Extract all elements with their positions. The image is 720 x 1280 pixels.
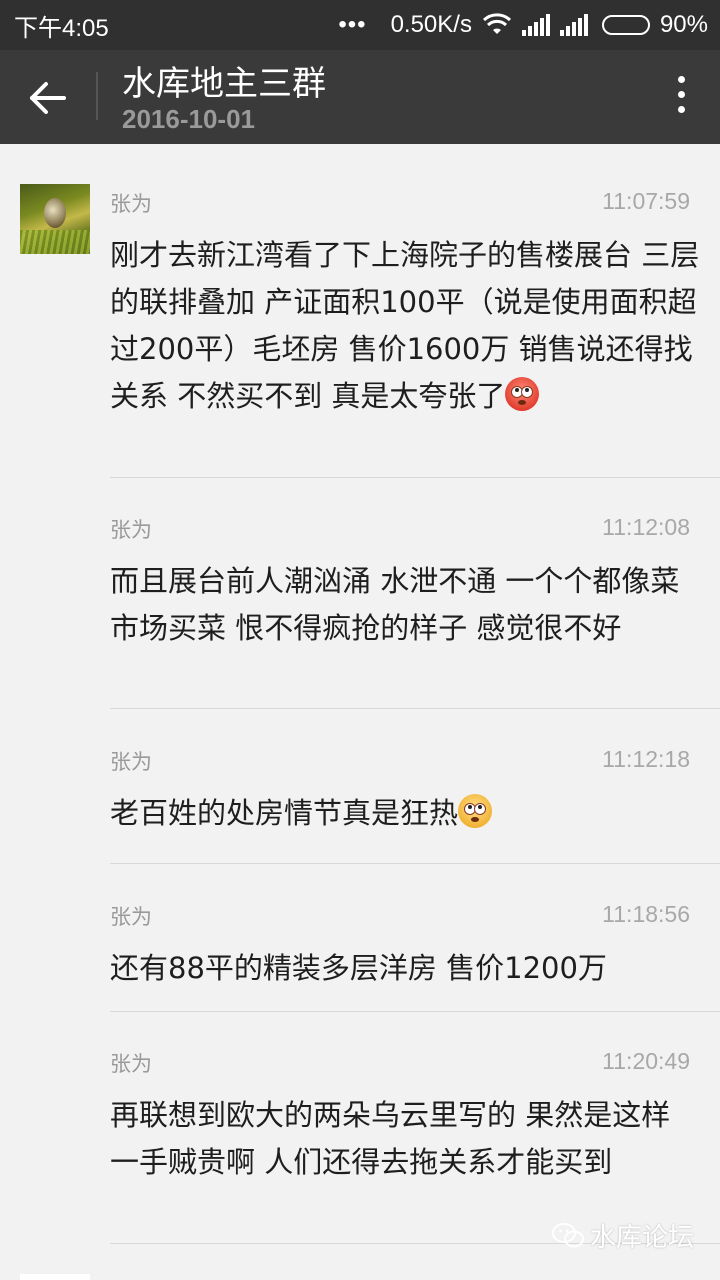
message-time: 11:18:56 (602, 901, 690, 927)
status-time: 下午4:05 (14, 14, 109, 42)
message-divider (110, 477, 720, 478)
wifi-icon (482, 13, 511, 34)
battery-icon (601, 15, 650, 35)
sender-name: 张为 (110, 1052, 152, 1076)
message-time: 11:12:18 (602, 746, 690, 772)
message-text: 刚才去新江湾看了下上海院子的售楼展台 三层的联排叠加 产证面积100平（说是使用… (110, 232, 700, 420)
watermark-text: 水库论坛 (589, 1223, 694, 1253)
signal-strength-2-icon (559, 14, 588, 36)
more-vertical-icon[interactable] (676, 76, 686, 120)
status-bar: 下午4:05 ••• 0.50K/s 90% (0, 0, 720, 50)
sender-name: 张为 (110, 905, 152, 929)
sender-name: 张为 (110, 192, 152, 216)
group-title: 水库地主三群 (122, 64, 326, 104)
message-time: 11:20:49 (602, 1048, 690, 1074)
network-speed: 0.50K/s (390, 11, 472, 38)
toolbar: 水库地主三群 2016-10-01 (0, 50, 720, 144)
watermark: 水库论坛 (551, 1217, 694, 1254)
next-avatar (20, 1274, 90, 1280)
sender-name: 张为 (110, 518, 152, 542)
message-time: 11:12:08 (602, 514, 690, 540)
message-time: 11:07:59 (602, 188, 690, 214)
avatar[interactable] (20, 184, 90, 254)
message-divider (110, 1011, 720, 1012)
date-subtitle: 2016-10-01 (122, 104, 255, 134)
message-text: 再联想到欧大的两朵乌云里写的 果然是这样 一手贼贵啊 人们还得去拖关系才能买到 (110, 1098, 671, 1179)
flushed-face-emoji-icon (505, 377, 540, 411)
toolbar-divider (96, 72, 98, 120)
message-text: 而且展台前人潮汹涌 水泄不通 一个个都像菜市场买菜 恨不得疯抢的样子 感觉很不好 (110, 564, 680, 645)
message-text-content: 老百姓的处房情节真是狂热 (110, 796, 459, 830)
message-text: 老百姓的处房情节真是狂热 (110, 790, 700, 837)
message-text: 还有88平的精装多层洋房 售价1200万 (110, 951, 607, 985)
battery-percent: 90% (659, 11, 708, 38)
status-right: ••• 0.50K/s 90% (338, 11, 708, 39)
wechat-logo-icon (551, 1222, 584, 1247)
message-text-content: 刚才去新江湾看了下上海院子的售楼展台 三层的联排叠加 产证面积100平（说是使用… (110, 238, 700, 413)
message-divider (110, 708, 720, 709)
sender-name: 张为 (110, 750, 152, 774)
back-arrow-icon[interactable] (26, 78, 70, 118)
notification-dots-icon: ••• (338, 11, 367, 38)
signal-strength-icon (521, 14, 550, 36)
message-divider (110, 863, 720, 864)
rolling-eyes-emoji-icon (458, 794, 493, 828)
